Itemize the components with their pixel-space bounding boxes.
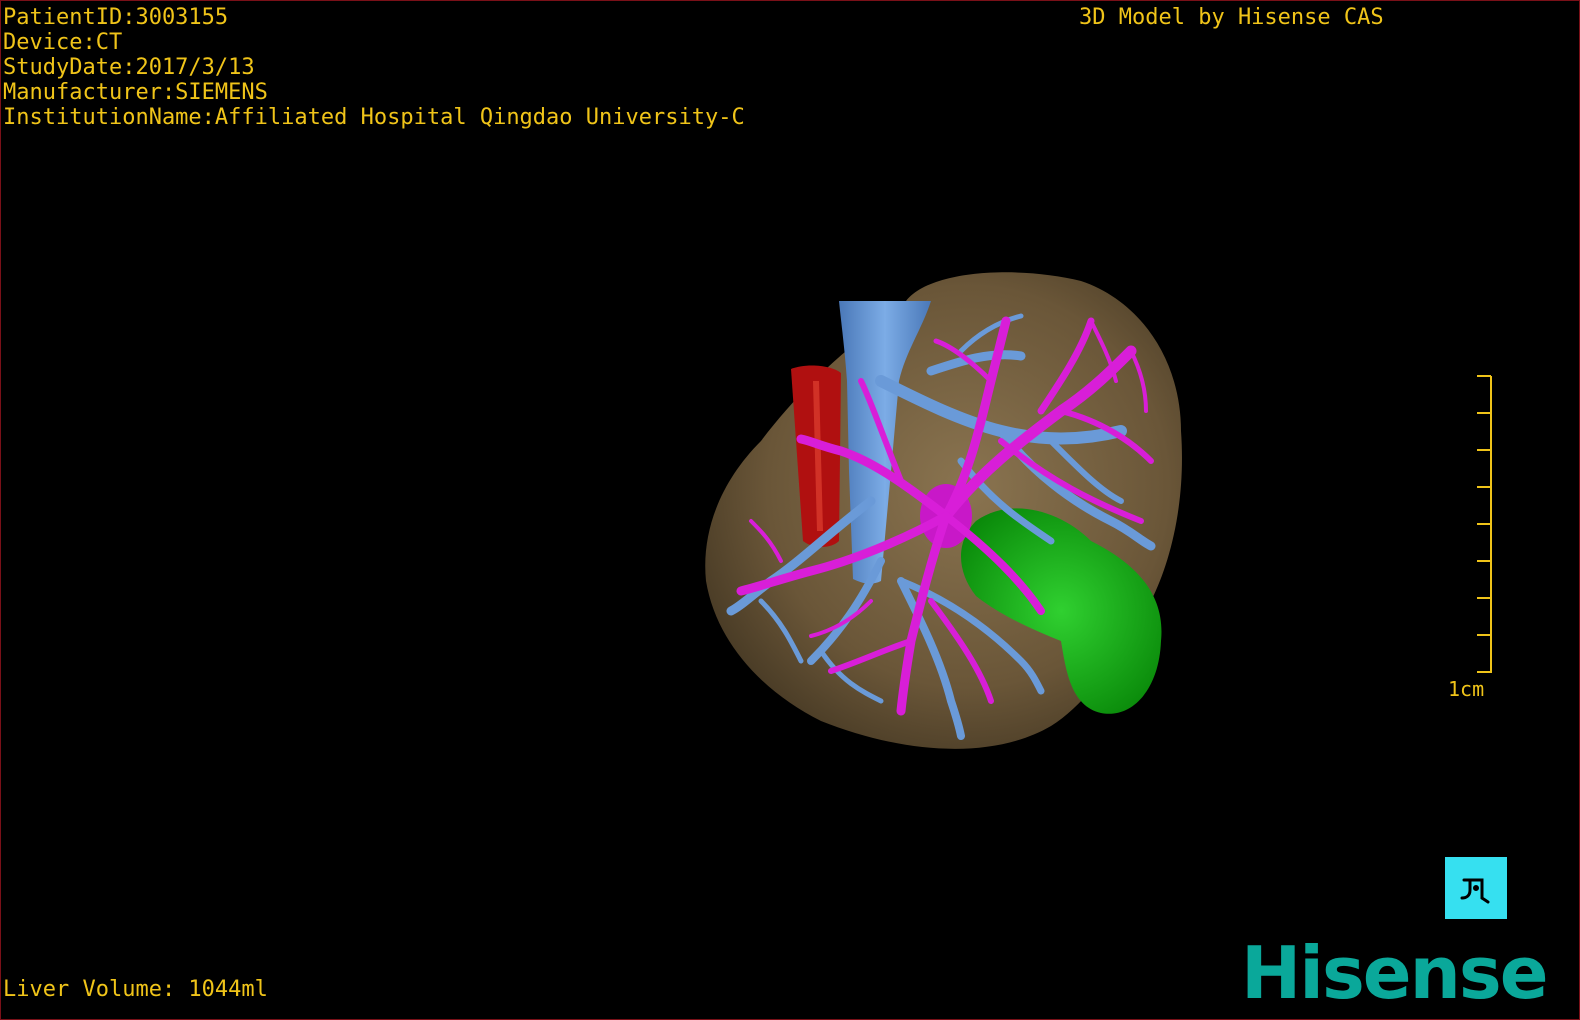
institution-text: InstitutionName:Affiliated Hospital Qing… [3, 105, 745, 130]
liver-3d-model[interactable] [1, 1, 1580, 1020]
hisense-logo: Hisense [1241, 931, 1549, 1015]
scale-label: 1cm [1448, 677, 1485, 701]
manufacturer-text: Manufacturer:SIEMENS [3, 80, 268, 105]
orientation-figure-icon [1460, 878, 1490, 904]
3d-viewport[interactable]: PatientID:3003155 Device:CT StudyDate:20… [0, 0, 1580, 1020]
orientation-button[interactable] [1445, 857, 1507, 919]
liver-volume-text: Liver Volume: 1044ml [3, 977, 268, 1002]
model-credit-text: 3D Model by Hisense CAS [1079, 5, 1384, 30]
patient-id-text: PatientID:3003155 [3, 5, 229, 30]
device-text: Device:CT [3, 30, 123, 55]
study-date-text: StudyDate:2017/3/13 [3, 55, 255, 80]
scale-ruler [1477, 375, 1492, 673]
